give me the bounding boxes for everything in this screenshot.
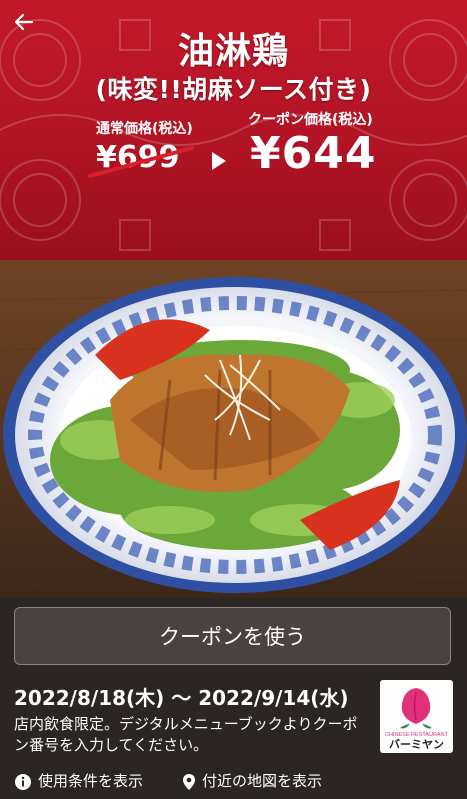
show-map-label: 付近の地図を表示 <box>202 772 323 790</box>
show-terms-link[interactable]: 使用条件を表示 <box>14 768 143 794</box>
show-map-link[interactable]: 付近の地図を表示 <box>182 768 322 794</box>
regular-price-label: 通常価格(税込) <box>96 121 193 137</box>
food-illustration <box>0 277 467 593</box>
info-icon <box>15 773 31 790</box>
coupon-usage-note: 店内飲食限定。デジタルメニューブックよりクーポン番号を入力してください。 <box>14 715 358 754</box>
coupon-price-label: クーポン価格(税込) <box>248 112 373 128</box>
coupon-hero-banner: 油淋鶏 (味変!!胡麻ソース付き) 通常価格(税込) ¥699 クーポン価格(税… <box>0 0 467 260</box>
brand-logo: CHINESE RESTAURANT バーミヤン <box>380 680 453 753</box>
coupon-valid-period: 2022/8/18(木) 〜 2022/9/14(水) <box>14 686 349 710</box>
item-title: 油淋鶏 <box>177 31 289 72</box>
strikethrough-line <box>88 146 194 178</box>
location-pin-icon <box>183 773 195 790</box>
item-subtitle: (味変!!胡麻ソース付き) <box>95 75 372 104</box>
peach-logo-icon: CHINESE RESTAURANT バーミヤン <box>385 688 449 751</box>
footer-links: 使用条件を表示 付近の地図を表示 <box>14 768 454 794</box>
arrow-right-icon <box>212 152 226 170</box>
svg-text:バーミヤン: バーミヤン <box>389 738 444 751</box>
food-photo <box>0 260 467 598</box>
use-coupon-button[interactable]: クーポンを使う <box>14 607 451 665</box>
coupon-price: ¥644 <box>250 128 377 179</box>
show-terms-label: 使用条件を表示 <box>38 772 144 790</box>
